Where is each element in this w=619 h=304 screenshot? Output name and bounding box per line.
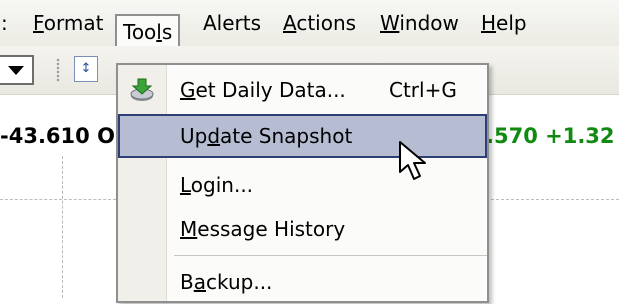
menu-help[interactable]: Help xyxy=(474,0,534,46)
mouse-pointer-icon xyxy=(399,141,426,180)
menu-item-get-daily-data[interactable]: Get Daily Data... Ctrl+G xyxy=(118,68,487,112)
value-left: -43.610 O xyxy=(0,124,115,148)
grid-line xyxy=(62,156,63,298)
menu-separator xyxy=(174,255,487,256)
menu-window[interactable]: Window xyxy=(373,0,466,46)
menu-bar: : Format Tools Alerts Actions Window Hel… xyxy=(0,0,619,54)
menu-colon-fragment: : xyxy=(1,11,8,35)
combo-dropdown-arrow[interactable] xyxy=(0,55,34,85)
toolbar-grip[interactable] xyxy=(56,58,60,82)
shortcut-label: Ctrl+G xyxy=(389,78,457,102)
menu-alerts[interactable]: Alerts xyxy=(196,0,268,46)
grid-line xyxy=(0,199,116,200)
grid-line xyxy=(491,199,619,200)
download-icon xyxy=(130,78,154,101)
menu-item-message-history[interactable]: Message History xyxy=(118,207,487,251)
sort-icon[interactable]: ↕ xyxy=(74,56,98,82)
tools-dropdown-menu: Get Daily Data... Ctrl+G Update Snapshot… xyxy=(116,63,489,303)
menu-actions[interactable]: Actions xyxy=(276,0,363,46)
menu-format[interactable]: Format xyxy=(26,0,110,46)
value-change: .570 +1.32 xyxy=(486,124,615,148)
menu-item-backup[interactable]: Backup... xyxy=(118,260,487,304)
